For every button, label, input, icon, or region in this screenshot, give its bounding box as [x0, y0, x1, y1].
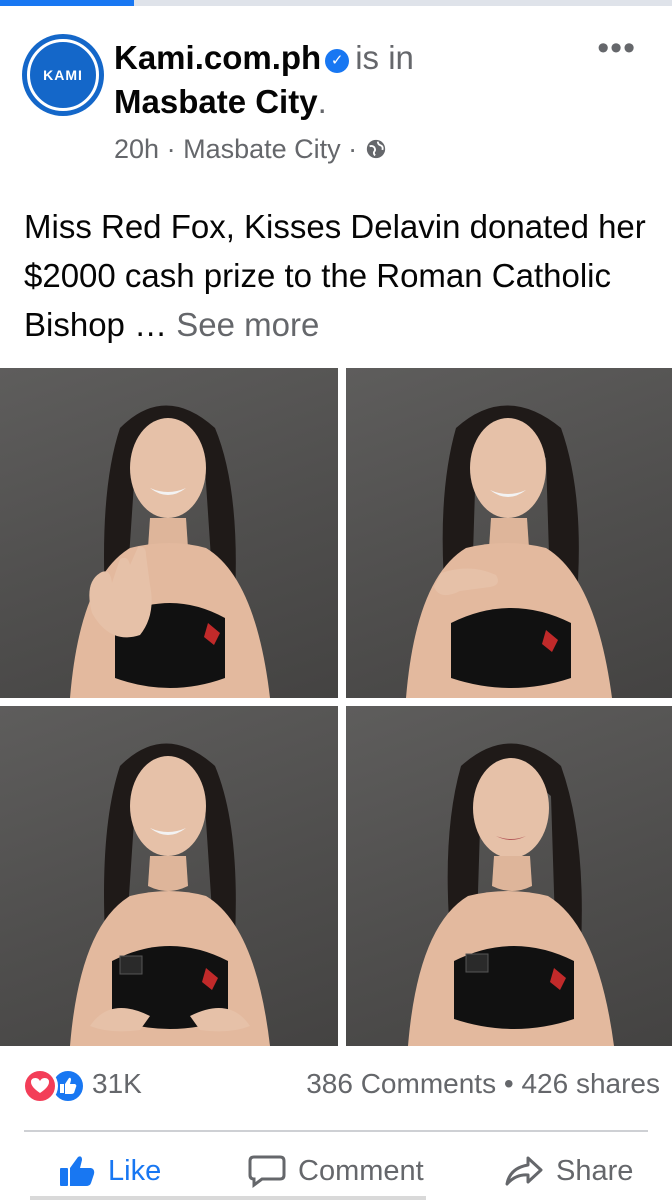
comments-shares: 386 Comments • 426 shares — [306, 1068, 660, 1100]
verified-check-icon: ✓ — [325, 49, 350, 73]
share-button[interactable]: Share — [504, 1148, 633, 1194]
reaction-count[interactable]: 31K — [92, 1068, 142, 1100]
meta-separator: · — [166, 134, 176, 164]
globe-icon — [366, 139, 385, 159]
comments-count[interactable]: 386 Comments — [306, 1068, 496, 1099]
location-link[interactable]: Masbate City — [114, 83, 318, 120]
photo-4[interactable] — [346, 706, 672, 1046]
actions-divider — [24, 1130, 648, 1132]
bottom-accent-bar — [30, 1196, 426, 1200]
photo-3-figure — [70, 743, 270, 1046]
photo-3[interactable] — [0, 706, 338, 1046]
page-name-link[interactable]: Kami.com.ph — [114, 39, 321, 76]
post-meta: 20h · Masbate City · — [114, 134, 387, 165]
like-button[interactable]: Like — [58, 1148, 161, 1194]
more-options-icon[interactable]: ••• — [597, 31, 636, 65]
photo-2[interactable] — [346, 368, 672, 698]
post-body-text: Miss Red Fox, Kisses Delavin donated her… — [24, 208, 646, 343]
post-stats: 31K 386 Comments • 426 shares — [0, 1058, 672, 1118]
share-arrow-icon — [505, 1156, 543, 1186]
see-more-link[interactable]: See more — [176, 306, 319, 343]
reaction-icons[interactable] — [22, 1068, 92, 1104]
comment-bubble-icon — [248, 1155, 286, 1188]
post-ellipsis: … — [124, 306, 177, 343]
like-label: Like — [108, 1154, 162, 1187]
comment-label: Comment — [298, 1154, 424, 1187]
comment-button[interactable]: Comment — [248, 1148, 424, 1194]
love-icon — [22, 1068, 58, 1104]
photo-4-figure — [408, 743, 614, 1046]
photo-1-figure — [70, 405, 270, 698]
meta-location[interactable]: Masbate City — [183, 134, 341, 164]
photo-2-figure — [406, 405, 612, 698]
title-period: . — [317, 83, 327, 120]
post-title-line: Kami.com.ph ✓ is in Masbate City. — [114, 36, 584, 124]
stats-dot: • — [503, 1068, 514, 1099]
page-avatar[interactable]: KAMI — [22, 34, 104, 116]
meta-separator-2: · — [348, 134, 358, 164]
action-bar: Like Comment Share — [0, 1140, 672, 1200]
post-header: KAMI Kami.com.ph ✓ is in Masbate City. 20h… — [0, 6, 672, 186]
shares-count[interactable]: 426 shares — [521, 1068, 660, 1099]
photo-grid — [0, 368, 672, 1046]
post-text: Miss Red Fox, Kisses Delavin donated her… — [24, 202, 654, 349]
photo-1[interactable] — [0, 368, 338, 698]
share-label: Share — [556, 1154, 634, 1187]
avatar-logo-text: KAMI — [43, 67, 83, 83]
post-time[interactable]: 20h — [114, 134, 159, 164]
thumbs-up-icon — [60, 1156, 95, 1186]
is-in-text: is in — [355, 39, 414, 76]
